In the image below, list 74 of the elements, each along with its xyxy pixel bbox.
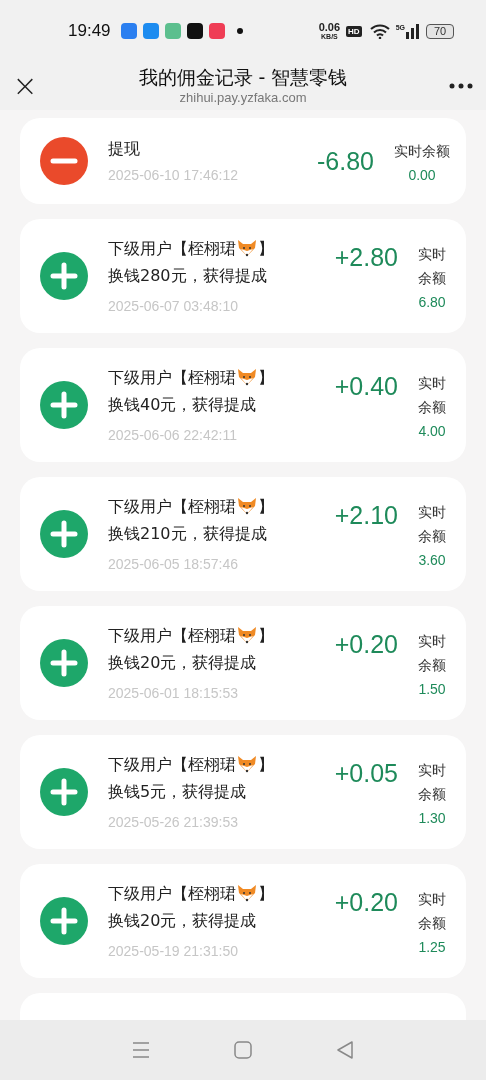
balance-label: 实时余额 xyxy=(418,890,446,933)
balance-label: 实时余额 xyxy=(418,374,446,417)
record-time: 2025-06-01 18:15:53 xyxy=(108,683,239,703)
record-title: 下级用户【桎栩珺 xyxy=(108,753,236,776)
amount: +0.20 xyxy=(334,888,398,917)
balance-value: 1.50 xyxy=(418,681,446,697)
record-time: 2025-06-07 03:48:10 xyxy=(108,296,239,316)
fox-icon xyxy=(237,497,257,515)
fox-icon xyxy=(237,884,257,902)
record-description: 换钱40元，获得提成 xyxy=(108,393,258,416)
home-icon[interactable] xyxy=(234,1041,252,1059)
page-url: zhihui.pay.yzfaka.com xyxy=(179,89,307,107)
record-title: 提现 xyxy=(108,138,141,160)
amount: +2.10 xyxy=(334,501,398,530)
fox-icon xyxy=(237,626,257,644)
amount: +0.40 xyxy=(334,372,398,401)
menu-icon[interactable] xyxy=(132,1041,150,1059)
amount: -6.80 xyxy=(317,146,374,176)
record-time: 2025-05-26 21:39:53 xyxy=(108,812,239,832)
record-title: 下级用户【桎栩珺 xyxy=(108,624,236,647)
record-time: 2025-06-06 22:42:11 xyxy=(108,425,238,445)
plus-icon xyxy=(40,510,88,558)
record-description: 换钱20元，获得提成 xyxy=(108,651,258,674)
balance-value: 1.30 xyxy=(418,810,446,826)
record-title: 下级用户【桎栩珺 xyxy=(108,882,236,905)
page-title: 我的佣金记录 - 智慧零钱 xyxy=(138,65,348,89)
balance-value: 3.60 xyxy=(418,552,446,568)
balance-label: 实时余额 xyxy=(418,245,446,288)
record-description: 换钱210元，获得提成 xyxy=(108,522,268,545)
balance-label: 实时余额 xyxy=(418,503,446,546)
fox-icon xyxy=(237,755,257,773)
balance-label: 实时余额 xyxy=(418,632,446,675)
battery-indicator: 70 xyxy=(426,23,454,39)
record-time: 2025-05-19 21:31:50 xyxy=(108,941,239,961)
balance-label: 实时余额 xyxy=(418,761,446,804)
fox-icon xyxy=(237,368,257,386)
amount: +2.80 xyxy=(334,243,398,272)
plus-icon xyxy=(40,252,88,300)
record-title: 下级用户【桎栩珺 xyxy=(108,366,236,389)
back-icon[interactable] xyxy=(336,1041,354,1059)
balance-value: 4.00 xyxy=(418,423,446,439)
record-title: 】 xyxy=(258,495,274,518)
record-description: 换钱280元，获得提成 xyxy=(108,264,268,287)
record-time: 2025-06-10 17:46:12 xyxy=(108,166,239,185)
record-title: 】 xyxy=(258,366,274,389)
fox-icon xyxy=(237,239,257,257)
more-icon[interactable] xyxy=(449,83,473,89)
minus-icon xyxy=(40,137,88,185)
plus-icon xyxy=(40,381,88,429)
record-title: 】 xyxy=(258,237,274,260)
record-title: 】 xyxy=(258,882,274,905)
plus-icon xyxy=(40,639,88,687)
hd-badge: HD xyxy=(346,25,362,37)
record-title: 】 xyxy=(258,753,274,776)
balance-label: 实时余额 xyxy=(394,142,450,161)
wifi-icon xyxy=(369,23,390,39)
notification-dot-icon xyxy=(236,28,243,34)
plus-icon xyxy=(40,897,88,945)
record-description: 换钱20元，获得提成 xyxy=(108,909,258,932)
plus-icon xyxy=(40,768,88,816)
balance-value: 1.25 xyxy=(418,939,446,955)
amount: +0.05 xyxy=(334,759,398,788)
amount: +0.20 xyxy=(334,630,398,659)
record-title: 】 xyxy=(258,624,274,647)
close-button[interactable]: × xyxy=(12,71,38,101)
signal-icon xyxy=(406,23,420,39)
record-title: 下级用户【桎栩珺 xyxy=(108,237,236,260)
record-description: 换钱5元，获得提成 xyxy=(108,780,248,803)
record-title: 下级用户【桎栩珺 xyxy=(108,495,236,518)
network-speed: 0.06 xyxy=(318,22,341,33)
balance-value: 0.00 xyxy=(408,167,436,183)
balance-value: 6.80 xyxy=(418,294,446,310)
record-time: 2025-06-05 18:57:46 xyxy=(108,554,239,574)
clock: 19:49 xyxy=(68,21,111,41)
